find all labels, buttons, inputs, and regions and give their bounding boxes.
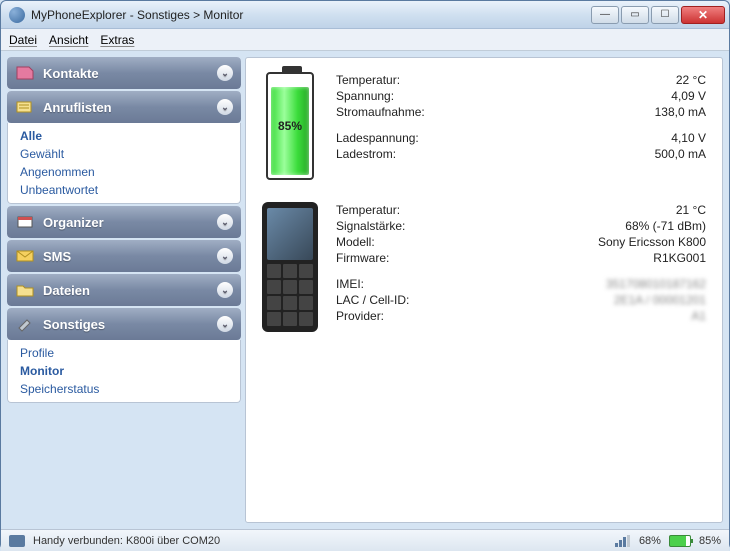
window-buttons: — ▭ ☐ ✕ [591,6,725,24]
label-provider: Provider: [336,308,486,324]
label-imei: IMEI: [336,276,486,292]
label-spannung: Spannung: [336,88,570,104]
value-firmware: R1KG001 [486,250,706,266]
label-phone-temperatur: Temperatur: [336,202,486,218]
sidebar-item-profile[interactable]: Profile [10,344,238,362]
restore-button[interactable]: ▭ [621,6,649,24]
phone-icon [262,202,318,332]
sidebar-item-alle[interactable]: Alle [10,127,238,145]
label-ladestrom: Ladestrom: [336,146,570,162]
close-button[interactable]: ✕ [681,6,725,24]
value-modell: Sony Ericsson K800 [486,234,706,250]
label-ladespannung: Ladespannung: [336,130,570,146]
label-lac: LAC / Cell-ID: [336,292,486,308]
chevron-down-icon[interactable]: ⌄ [217,99,233,115]
section-header-organizer[interactable]: Organizer ⌄ [7,206,241,238]
label-temperatur: Temperatur: [336,72,570,88]
phone-block: Temperatur:21 °C Signalstärke:68% (-71 d… [262,202,706,332]
battery-icon: 85% [266,72,314,180]
wrench-icon [15,315,35,333]
call-list-icon [15,98,35,116]
section-body-sonstiges: Profile Monitor Speicherstatus [7,340,241,403]
section-body-anruflisten: Alle Gewählt Angenommen Unbeantwortet [7,123,241,204]
section-header-sms[interactable]: SMS ⌄ [7,240,241,272]
titlebar: MyPhoneExplorer - Sonstiges > Monitor — … [1,1,729,29]
battery-block: 85% Temperatur:22 °C Spannung:4,09 V Str… [262,72,706,180]
menu-ansicht[interactable]: Ansicht [49,33,88,47]
section-label: Sonstiges [43,317,105,332]
value-stromaufnahme: 138,0 mA [570,104,706,120]
section-dateien: Dateien ⌄ [7,274,241,306]
label-modell: Modell: [336,234,486,250]
section-organizer: Organizer ⌄ [7,206,241,238]
value-spannung: 4,09 V [570,88,706,104]
phone-properties: Temperatur:21 °C Signalstärke:68% (-71 d… [336,202,706,332]
chevron-down-icon[interactable]: ⌄ [217,65,233,81]
main-panel: 85% Temperatur:22 °C Spannung:4,09 V Str… [245,57,723,523]
sidebar: Kontakte ⌄ Anruflisten ⌄ Alle Gewählt An… [7,57,241,523]
sidebar-item-monitor[interactable]: Monitor [10,362,238,380]
status-connection: Handy verbunden: K800i über COM20 [33,535,220,547]
chevron-down-icon[interactable]: ⌄ [217,316,233,332]
label-stromaufnahme: Stromaufnahme: [336,104,570,120]
chevron-down-icon[interactable]: ⌄ [217,214,233,230]
section-label: SMS [43,249,71,264]
value-provider: A1 [486,308,706,324]
section-header-dateien[interactable]: Dateien ⌄ [7,274,241,306]
section-header-kontakte[interactable]: Kontakte ⌄ [7,57,241,89]
section-label: Anruflisten [43,100,112,115]
label-firmware: Firmware: [336,250,486,266]
value-signalstaerke: 68% (-71 dBm) [486,218,706,234]
folder-icon [15,281,35,299]
chevron-down-icon[interactable]: ⌄ [217,282,233,298]
value-lac: 2E1A / 00001201 [486,292,706,308]
value-ladespannung: 4,10 V [570,130,706,146]
battery-properties: Temperatur:22 °C Spannung:4,09 V Stromau… [336,72,706,180]
statusbar: Handy verbunden: K800i über COM20 68% 85… [1,529,729,551]
signal-icon [615,535,631,547]
battery-percent-label: 85% [268,119,312,133]
menu-extras[interactable]: Extras [100,33,134,47]
workspace: Kontakte ⌄ Anruflisten ⌄ Alle Gewählt An… [1,51,729,529]
section-sms: SMS ⌄ [7,240,241,272]
section-anruflisten: Anruflisten ⌄ Alle Gewählt Angenommen Un… [7,91,241,204]
battery-status-icon [669,535,691,547]
value-phone-temperatur: 21 °C [486,202,706,218]
sidebar-item-angenommen[interactable]: Angenommen [10,163,238,181]
maximize-button[interactable]: ☐ [651,6,679,24]
label-signalstaerke: Signalstärke: [336,218,486,234]
sidebar-item-speicherstatus[interactable]: Speicherstatus [10,380,238,398]
phone-keypad [267,264,313,326]
value-imei: 351708010187162 [486,276,706,292]
phone-screen [267,208,313,260]
battery-graphic: 85% [262,72,318,180]
chevron-down-icon[interactable]: ⌄ [217,248,233,264]
app-icon [9,7,25,23]
envelope-icon [15,247,35,265]
value-ladestrom: 500,0 mA [570,146,706,162]
section-header-sonstiges[interactable]: Sonstiges ⌄ [7,308,241,340]
section-label: Kontakte [43,66,99,81]
section-sonstiges: Sonstiges ⌄ Profile Monitor Speicherstat… [7,308,241,403]
value-temperatur: 22 °C [570,72,706,88]
section-label: Organizer [43,215,104,230]
window-title: MyPhoneExplorer - Sonstiges > Monitor [31,8,591,22]
menubar: Datei Ansicht Extras [1,29,729,51]
section-label: Dateien [43,283,90,298]
sidebar-item-unbeantwortet[interactable]: Unbeantwortet [10,181,238,199]
phone-connected-icon [9,535,25,547]
section-kontakte: Kontakte ⌄ [7,57,241,89]
organizer-icon [15,213,35,231]
phone-graphic-wrap [262,202,318,332]
contacts-icon [15,64,35,82]
sidebar-item-gewaehlt[interactable]: Gewählt [10,145,238,163]
status-battery: 85% [699,535,721,547]
status-signal: 68% [639,535,661,547]
minimize-button[interactable]: — [591,6,619,24]
menu-datei[interactable]: Datei [9,33,37,47]
section-header-anruflisten[interactable]: Anruflisten ⌄ [7,91,241,123]
